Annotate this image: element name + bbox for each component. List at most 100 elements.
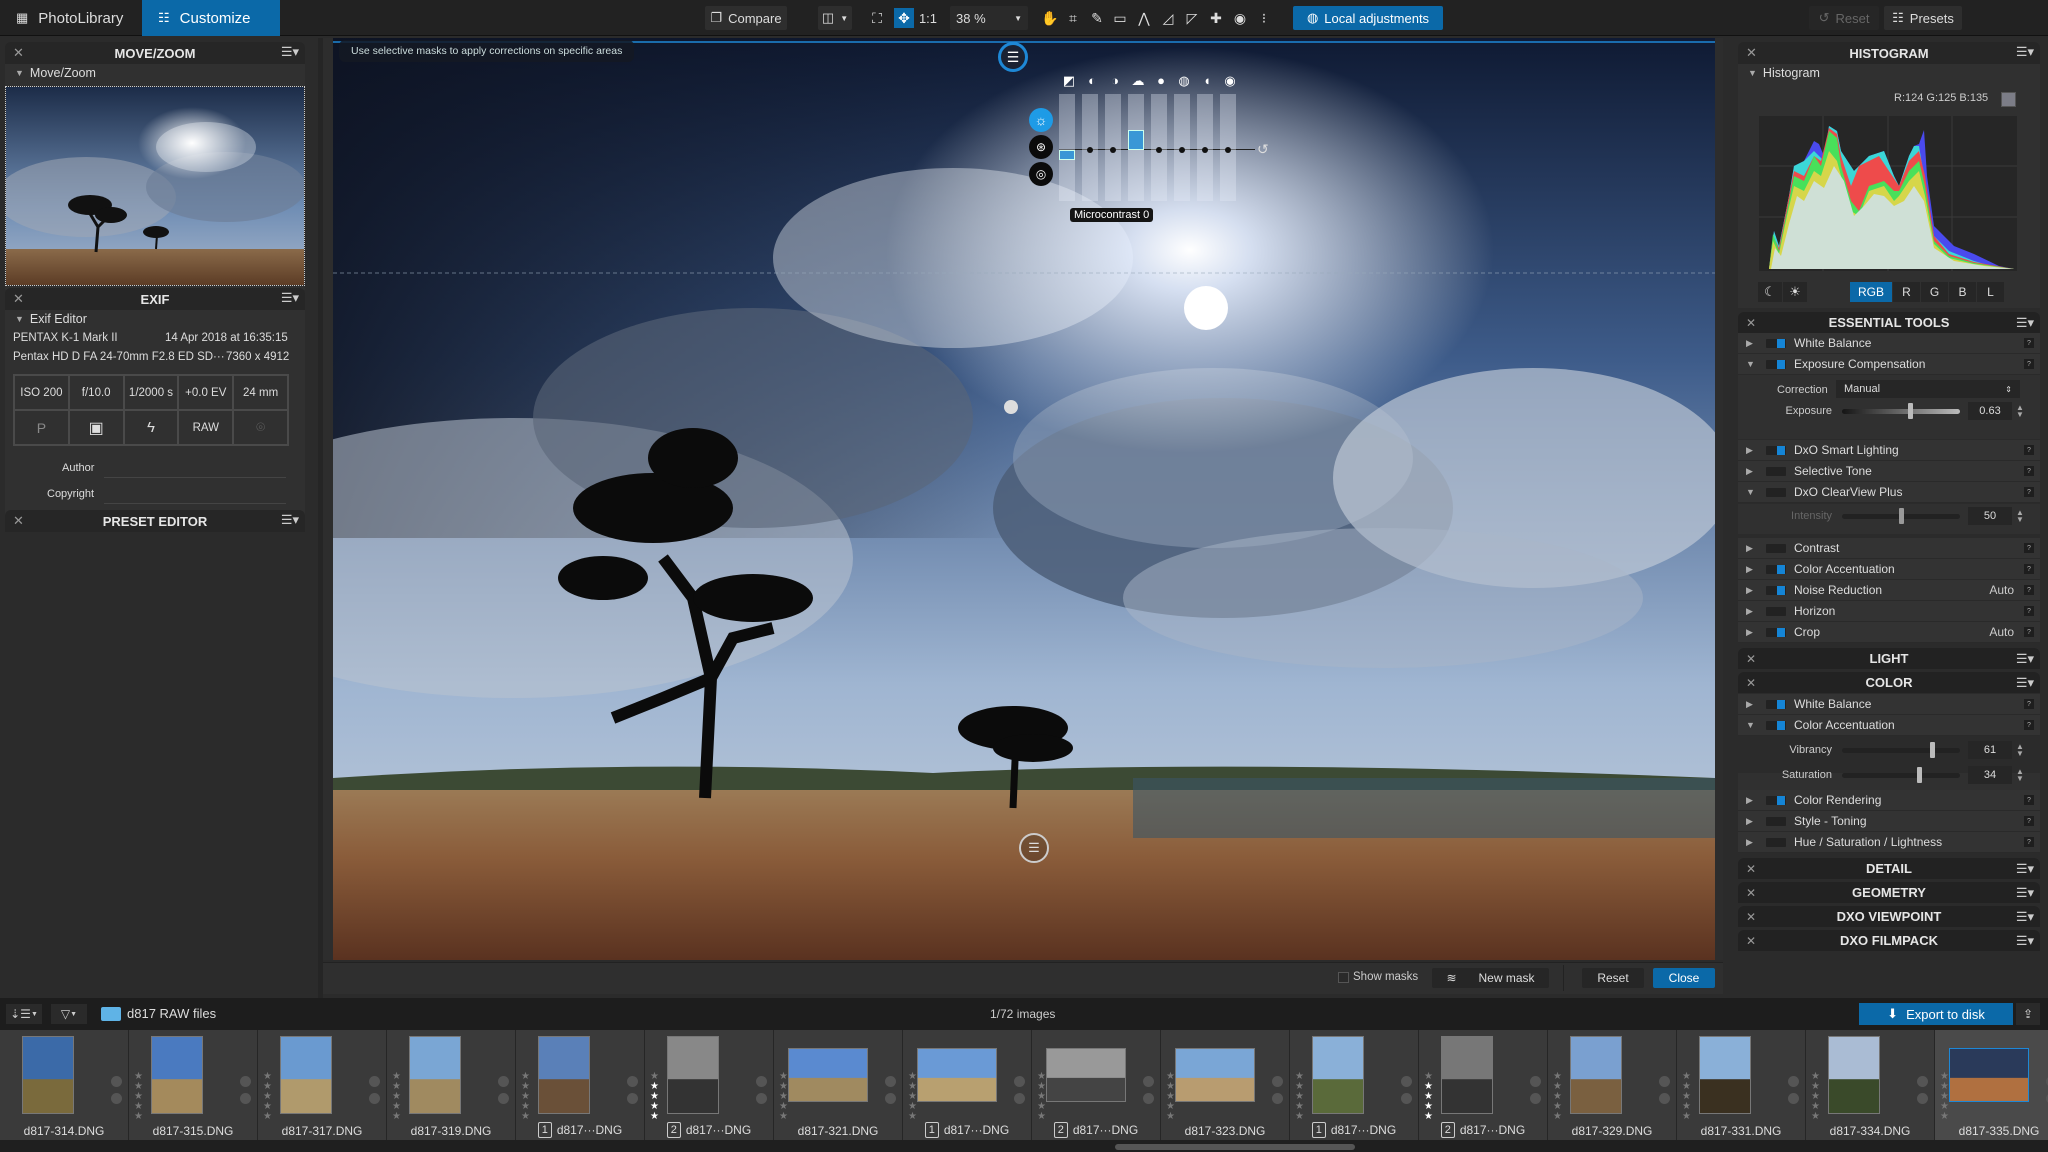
star-icon[interactable]: ★ — [521, 1112, 531, 1122]
help-icon[interactable]: ? — [2024, 699, 2034, 709]
split-view-dropdown[interactable]: ◫ ▼ — [818, 6, 852, 30]
vibrancy-knob[interactable] — [1929, 741, 1935, 758]
navigator-thumbnail[interactable] — [5, 86, 305, 286]
channel-tab-r[interactable]: R — [1893, 282, 1920, 302]
palette-menu-icon[interactable]: ☰▾ — [2016, 315, 2034, 331]
exif-editor-section[interactable]: ▼ Exif Editor — [5, 310, 305, 328]
channel-tab-rgb[interactable]: RGB — [1850, 282, 1892, 302]
enable-toggle[interactable] — [1766, 720, 1786, 730]
close-icon[interactable]: ✕ — [1746, 652, 1756, 666]
filmstrip-thumbnail[interactable]: ★ ★ ★ ★ ★ d817-335.DNG — [1935, 1030, 2048, 1140]
close-icon[interactable]: ✕ — [1746, 45, 1757, 61]
filmstrip-thumbnail[interactable]: ★ ★ ★ ★ ★ 1 d817···DNG — [1290, 1030, 1419, 1140]
triangle-down-icon[interactable]: ▼ — [1746, 359, 1760, 369]
star-icon[interactable]: ★ — [1037, 1112, 1047, 1122]
star-rating[interactable]: ★ ★ ★ ★ ★ — [521, 1072, 531, 1122]
intensity-stepper[interactable]: ▲ ▼ — [2016, 509, 2024, 524]
palette-menu-icon[interactable]: ☰▾ — [2016, 861, 2034, 877]
close-icon[interactable]: ✕ — [13, 513, 24, 529]
pick-flag-icon[interactable] — [1788, 1076, 1799, 1087]
enable-toggle[interactable] — [1766, 585, 1786, 595]
palette-menu-icon[interactable]: ☰▾ — [281, 44, 299, 60]
star-rating[interactable]: ★ ★ ★ ★ ★ — [1553, 1072, 1563, 1122]
filmstrip-thumbnail[interactable]: ★ ★ ★ ★ ★ 2 d817···DNG — [1032, 1030, 1161, 1140]
contrast-icon[interactable]: ◐ — [1085, 74, 1099, 88]
close-icon[interactable]: ✕ — [13, 45, 24, 61]
crop-tool-icon[interactable]: ⌗ — [1063, 8, 1083, 28]
palette-header-dxo-viewpoint[interactable]: ✕ DXO VIEWPOINT ☰▾ — [1738, 906, 2040, 927]
reject-flag-icon[interactable] — [1917, 1093, 1928, 1104]
pick-flag-icon[interactable] — [111, 1076, 122, 1087]
pick-flag-icon[interactable] — [1659, 1076, 1670, 1087]
tool-row-horizon[interactable]: ▶ Horizon? — [1738, 601, 2040, 622]
histogram-section[interactable]: ▼ Histogram — [1738, 64, 2040, 82]
star-icon[interactable]: ★ — [392, 1112, 402, 1122]
tool-row-style-toning[interactable]: ▶ Style - Toning? — [1738, 811, 2040, 832]
exposure-stepper[interactable]: ▲ ▼ — [2016, 404, 2024, 419]
close-local-button[interactable]: Close — [1653, 968, 1715, 988]
exposure-icon[interactable]: ◩ — [1062, 74, 1076, 88]
help-icon[interactable]: ? — [2024, 445, 2034, 455]
enable-toggle[interactable] — [1766, 795, 1786, 805]
star-rating[interactable]: ★ ★ ★ ★ ★ — [134, 1072, 144, 1122]
repair-tool-icon[interactable]: ✚ — [1206, 8, 1226, 28]
tool-row-dxo-clearview-plus[interactable]: ▼ DxO ClearView Plus? — [1738, 482, 2040, 503]
triangle-right-icon[interactable]: ▶ — [1746, 795, 1760, 806]
help-icon[interactable]: ? — [2024, 720, 2034, 730]
palette-menu-icon[interactable]: ☰▾ — [2016, 885, 2034, 901]
equalizer-dot[interactable] — [1225, 147, 1231, 153]
star-icon[interactable]: ★ — [1424, 1112, 1434, 1122]
vibrancy-track[interactable] — [1842, 741, 1960, 758]
palette-menu-icon[interactable]: ☰▾ — [281, 290, 299, 306]
saturation-slider[interactable]: Saturation 34 ▲ ▼ — [1752, 766, 2024, 784]
shadows-icon[interactable]: ◖ — [1200, 74, 1214, 88]
help-icon[interactable]: ? — [2024, 564, 2034, 574]
pick-flag-icon[interactable] — [369, 1076, 380, 1087]
palette-menu-icon[interactable]: ☰▾ — [2016, 44, 2034, 60]
before-after-icon[interactable]: ⁝ — [1254, 8, 1274, 28]
palette-menu-icon[interactable]: ☰▾ — [2016, 651, 2034, 667]
pick-flag-icon[interactable] — [498, 1076, 509, 1087]
vibrancy-stepper[interactable]: ▲ ▼ — [2016, 743, 2024, 758]
miniature-effect-icon[interactable]: ◸ — [1182, 8, 1202, 28]
reject-flag-icon[interactable] — [627, 1093, 638, 1104]
star-icon[interactable]: ★ — [908, 1112, 918, 1122]
close-icon[interactable]: ✕ — [1746, 862, 1756, 876]
graduated-filter-center-handle[interactable] — [1004, 400, 1018, 414]
triangle-right-icon[interactable]: ▶ — [1746, 445, 1760, 456]
filmstrip-thumbnail[interactable]: ★ ★ ★ ★ ★ 2 d817···DNG — [645, 1030, 774, 1140]
help-icon[interactable]: ? — [2024, 585, 2034, 595]
presets-button[interactable]: ☷ Presets — [1884, 6, 1962, 30]
pick-flag-icon[interactable] — [756, 1076, 767, 1087]
reject-flag-icon[interactable] — [1788, 1093, 1799, 1104]
show-masks-checkbox[interactable] — [1338, 972, 1349, 983]
pick-flag-icon[interactable] — [1917, 1076, 1928, 1087]
light-palette-header[interactable]: ✕ LIGHT ☰▾ — [1738, 648, 2040, 669]
help-icon[interactable]: ? — [2024, 606, 2034, 616]
help-icon[interactable]: ? — [2024, 795, 2034, 805]
triangle-right-icon[interactable]: ▶ — [1746, 466, 1760, 477]
palette-menu-icon[interactable]: ☰▾ — [281, 512, 299, 528]
sort-dropdown[interactable]: ⇣☰ ▼ — [6, 1004, 42, 1024]
channel-tab-g[interactable]: G — [1921, 282, 1948, 302]
equalizer-dot[interactable] — [1087, 147, 1093, 153]
palette-menu-icon[interactable]: ☰▾ — [2016, 933, 2034, 949]
reject-flag-icon[interactable] — [1401, 1093, 1412, 1104]
help-icon[interactable]: ? — [2024, 816, 2034, 826]
help-icon[interactable]: ? — [2024, 627, 2034, 637]
tool-row-dxo-smart-lighting[interactable]: ▶ DxO Smart Lighting? — [1738, 440, 2040, 461]
graduated-filter-handle-bottom[interactable]: ☰ — [1019, 833, 1049, 863]
tool-row-color-accentuation[interactable]: ▼ Color Accentuation? — [1738, 715, 2040, 736]
move-tool-icon[interactable]: ✥ — [894, 8, 914, 28]
star-rating[interactable]: ★ ★ ★ ★ ★ — [650, 1072, 660, 1122]
tool-row-color-accentuation[interactable]: ▶ Color Accentuation? — [1738, 559, 2040, 580]
vibrancy-slider[interactable]: Vibrancy 61 ▲ ▼ — [1752, 741, 2024, 759]
filmstrip-thumbnail[interactable]: d817-314.DNG — [0, 1030, 129, 1140]
filmstrip-thumbnail[interactable]: ★ ★ ★ ★ ★ d817-317.DNG — [258, 1030, 387, 1140]
triangle-right-icon[interactable]: ▶ — [1746, 699, 1760, 710]
help-icon[interactable]: ? — [2024, 837, 2034, 847]
vibrancy-value-field[interactable]: 61 — [1968, 741, 2012, 759]
star-icon[interactable]: ★ — [1166, 1112, 1176, 1122]
tool-row-crop[interactable]: ▶ Crop Auto? — [1738, 622, 2040, 643]
filmstrip-thumbnail[interactable]: ★ ★ ★ ★ ★ 2 d817···DNG — [1419, 1030, 1548, 1140]
